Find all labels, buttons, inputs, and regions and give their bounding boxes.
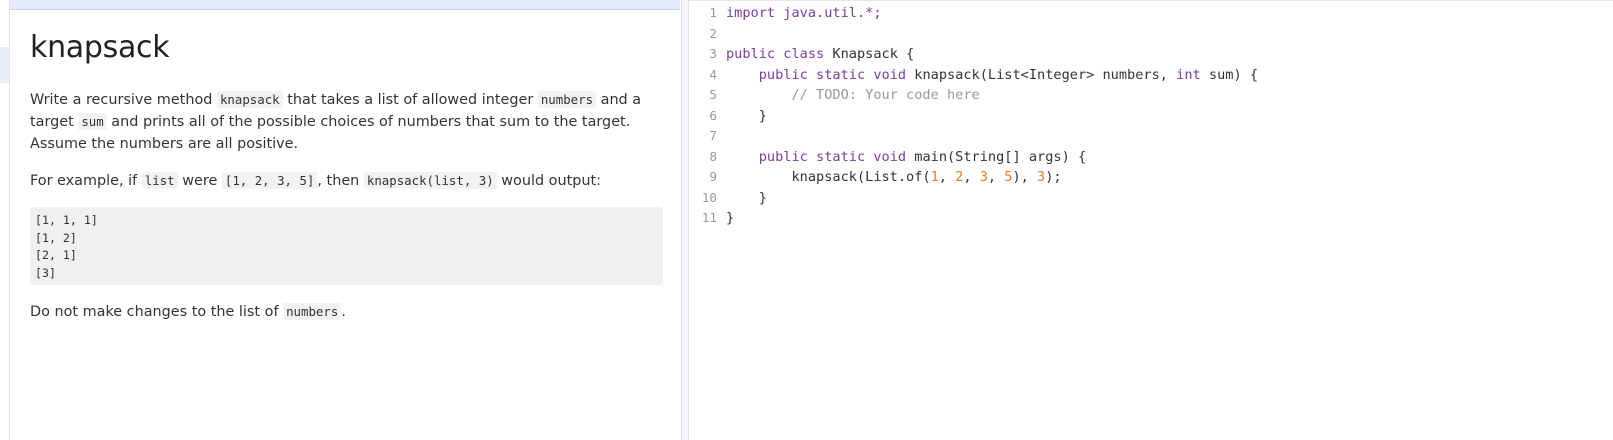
code-line-5: 5 // TODO: Your code here	[689, 85, 980, 106]
line-number: 1	[709, 5, 717, 20]
output-line: [1, 1, 1]	[35, 213, 98, 227]
code-line-6: 6 }	[689, 106, 767, 127]
code-text: Knapsack {	[824, 46, 915, 62]
code-line-8: 8 public static void main(String[] args)…	[689, 147, 1086, 168]
code-line-7: 7	[689, 126, 726, 147]
code-text: }	[726, 189, 767, 206]
app-root: knapsack Write a recursive method knapsa…	[0, 0, 1613, 440]
output-line: [1, 2]	[35, 230, 77, 245]
code-text: }	[726, 210, 735, 226]
inline-code-list: list	[141, 172, 178, 189]
output-line: [2, 1]	[35, 248, 77, 262]
line-number: 3	[709, 46, 717, 61]
code-text: ),	[1012, 169, 1038, 185]
problem-title: knapsack	[30, 30, 170, 65]
inline-code-call: knapsack(list, 3)	[363, 172, 497, 189]
code-keyword: public class	[726, 46, 825, 62]
problem-panel-header	[10, 0, 680, 10]
code-comment: // TODO: Your code here	[791, 87, 980, 103]
inline-code-numbers: numbers	[537, 91, 597, 108]
example-text: were	[177, 173, 222, 189]
line-number: 11	[701, 210, 717, 225]
code-keyword: public static void	[758, 148, 907, 165]
code-keyword: int	[1176, 66, 1201, 83]
code-text: ,	[963, 169, 980, 185]
code-text: knapsack(List.of(	[726, 169, 931, 185]
code-text: );	[1045, 169, 1062, 185]
description-text: that takes a list of allowed integer	[282, 92, 538, 108]
code-number: 3	[1037, 169, 1046, 185]
code-text: knapsack(List<Integer> numbers,	[906, 66, 1177, 83]
line-number: 8	[709, 148, 717, 164]
output-line: [3]	[35, 265, 56, 280]
code-line-1: 1 import java.util.*;	[689, 3, 882, 24]
note-text: .	[341, 304, 346, 320]
code-number: 3	[979, 169, 988, 185]
code-text: ,	[987, 169, 1005, 185]
code-text: import java.util.*;	[726, 5, 882, 21]
example-output-block: [1, 1, 1] [1, 2] [2, 1] [3]	[30, 207, 663, 285]
description-text: Write a recursive method	[30, 92, 217, 108]
code-text: main(String[] args) {	[906, 148, 1087, 165]
code-line-11: 11}	[689, 208, 734, 229]
inline-code-numbers: numbers	[283, 303, 342, 320]
note-text: Do not make changes to the list of	[30, 304, 284, 320]
code-line-3: 3 public class Knapsack {	[689, 44, 914, 65]
line-number: 4	[709, 66, 717, 82]
code-line-10: 10 }	[689, 188, 767, 209]
line-number: 7	[709, 128, 717, 143]
code-text: ,	[938, 169, 956, 185]
code-keyword: public static void	[758, 66, 907, 83]
line-number: 9	[709, 169, 717, 184]
code-line-9: 9 knapsack(List.of(1, 2, 3, 5), 3);	[689, 167, 1062, 188]
code-text: }	[726, 107, 767, 124]
example-text: For example, if	[30, 173, 142, 189]
panel-resize-handle[interactable]	[681, 0, 689, 440]
code-text: sum) {	[1200, 66, 1259, 83]
collapsed-sidebar-tab[interactable]	[0, 47, 9, 83]
problem-description: Write a recursive method knapsack that t…	[30, 89, 670, 155]
inline-code-sum: sum	[78, 113, 107, 130]
example-text: , then	[317, 173, 364, 189]
problem-example: For example, if list were [1, 2, 3, 5], …	[30, 170, 670, 192]
line-number: 6	[709, 107, 717, 123]
problem-note: Do not make changes to the list of numbe…	[30, 301, 670, 323]
inline-code-method-name: knapsack	[216, 91, 283, 108]
line-number: 5	[709, 87, 717, 102]
example-text: would output:	[496, 173, 601, 189]
problem-panel: knapsack Write a recursive method knapsa…	[10, 0, 680, 440]
line-number: 2	[709, 25, 717, 41]
inline-code-list-value: [1, 2, 3, 5]	[221, 172, 318, 189]
code-number: 1	[930, 169, 939, 185]
code-editor[interactable]: 1 import java.util.*; 2 3 public class Kna…	[689, 0, 1613, 440]
description-text: and prints all of the possible choices o…	[30, 114, 631, 152]
line-number: 10	[701, 189, 717, 205]
code-line-2: 2	[689, 24, 726, 45]
code-line-4: 4 public static void knapsack(List<Integ…	[689, 65, 1258, 86]
